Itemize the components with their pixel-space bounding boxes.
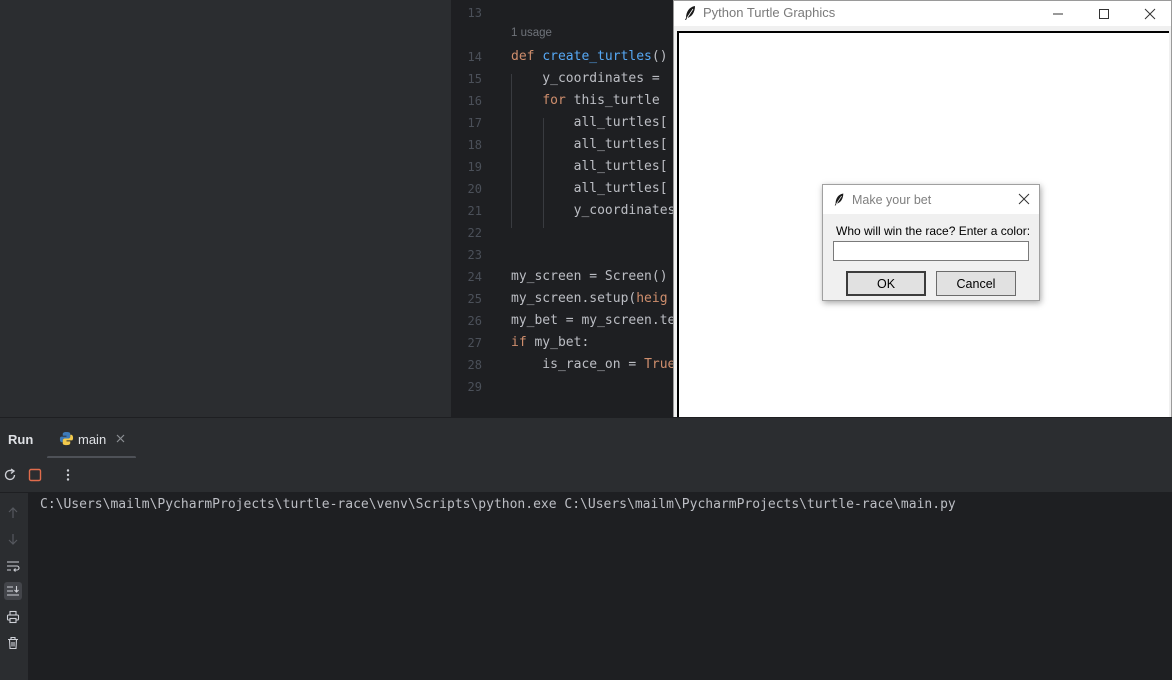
bet-dialog: Make your bet Who will win the race? Ent… bbox=[822, 184, 1040, 301]
code-token: y_coordinates = bbox=[511, 71, 668, 86]
line-number: 22 bbox=[467, 226, 482, 240]
run-panel-title[interactable]: Run bbox=[8, 432, 33, 447]
code-text: all_turtles[ bbox=[511, 112, 668, 134]
code-token: create_turtles bbox=[542, 49, 652, 64]
console-output[interactable]: C:\Users\mailm\PycharmProjects\turtle-ra… bbox=[28, 493, 1172, 680]
minimize-icon bbox=[1053, 13, 1063, 14]
tab-main[interactable]: main bbox=[47, 418, 136, 459]
code-token: my_screen.setup( bbox=[511, 291, 637, 306]
code-token: if bbox=[511, 335, 535, 350]
code-text: for this_turtle bbox=[511, 90, 668, 112]
code-text: is_race_on = True bbox=[511, 354, 675, 376]
close-icon[interactable] bbox=[1017, 192, 1031, 206]
soft-wrap-icon[interactable] bbox=[4, 557, 22, 575]
code-text: my_bet = my_screen.te bbox=[511, 310, 675, 332]
code-token: True bbox=[644, 357, 676, 372]
feather-icon bbox=[834, 193, 844, 206]
feather-icon bbox=[685, 6, 695, 20]
python-file-icon bbox=[59, 431, 74, 446]
line-number: 20 bbox=[467, 182, 482, 196]
code-token: all_turtles[ bbox=[511, 181, 668, 196]
dialog-titlebar[interactable]: Make your bet bbox=[823, 185, 1039, 214]
code-text: all_turtles[ bbox=[511, 134, 668, 156]
line-number: 25 bbox=[467, 292, 482, 306]
code-text: all_turtles[ bbox=[511, 178, 668, 200]
line-number: 28 bbox=[467, 358, 482, 372]
project-panel bbox=[0, 0, 452, 417]
rerun-icon[interactable] bbox=[2, 467, 18, 483]
ok-button[interactable]: OK bbox=[846, 271, 926, 296]
stop-icon[interactable] bbox=[27, 467, 43, 483]
code-text: if my_bet: bbox=[511, 332, 589, 354]
code-text: all_turtles[ bbox=[511, 156, 668, 178]
code-text: y_coordinates bbox=[511, 200, 676, 222]
window-title: Python Turtle Graphics bbox=[703, 5, 836, 20]
cancel-button[interactable]: Cancel bbox=[936, 271, 1016, 296]
close-icon[interactable] bbox=[116, 434, 125, 443]
code-token: y_coordinates bbox=[511, 203, 676, 218]
line-number: 18 bbox=[467, 138, 482, 152]
code-text: my_screen.setup(heig bbox=[511, 288, 668, 310]
minimize-button[interactable] bbox=[1035, 1, 1081, 26]
code-token: all_turtles[ bbox=[511, 159, 668, 174]
code-token: my_bet: bbox=[534, 335, 590, 350]
scroll-to-end-icon[interactable] bbox=[4, 582, 22, 600]
window-titlebar[interactable]: Python Turtle Graphics bbox=[674, 1, 1171, 26]
code-token: all_turtles[ bbox=[511, 137, 668, 152]
code-token: () bbox=[651, 49, 668, 64]
code-token: def bbox=[511, 49, 543, 64]
close-icon bbox=[1144, 8, 1156, 19]
dialog-prompt: Who will win the race? Enter a color: bbox=[836, 224, 1031, 238]
color-input[interactable] bbox=[833, 241, 1029, 261]
code-token: all_turtles[ bbox=[511, 115, 668, 130]
arrow-up-icon[interactable] bbox=[4, 504, 22, 522]
tab-main-label: main bbox=[78, 432, 107, 447]
maximize-button[interactable] bbox=[1081, 1, 1127, 26]
line-number: 13 bbox=[467, 6, 482, 20]
line-number: 27 bbox=[467, 336, 482, 350]
run-panel-header: Run main bbox=[0, 417, 1172, 459]
code-token: my_screen = Screen() bbox=[511, 269, 668, 284]
console-line: C:\Users\mailm\PycharmProjects\turtle-ra… bbox=[40, 497, 956, 512]
usage-hint[interactable]: 1 usage bbox=[511, 27, 552, 39]
line-number: 23 bbox=[467, 248, 482, 262]
code-token: is_race_on = bbox=[511, 357, 645, 372]
line-number: 14 bbox=[467, 50, 482, 64]
line-number: 17 bbox=[467, 116, 482, 130]
run-toolbar bbox=[0, 458, 1172, 493]
close-button[interactable] bbox=[1127, 1, 1172, 26]
code-token: heig bbox=[636, 291, 668, 306]
line-number: 15 bbox=[467, 72, 482, 86]
line-number: 19 bbox=[467, 160, 482, 174]
code-token: for bbox=[542, 93, 574, 108]
line-number: 21 bbox=[467, 204, 482, 218]
line-number: 24 bbox=[467, 270, 482, 284]
code-token: this_turtle bbox=[573, 93, 668, 108]
console-side-toolbar bbox=[0, 493, 28, 680]
line-number: 16 bbox=[467, 94, 482, 108]
maximize-icon bbox=[1099, 8, 1109, 19]
code-text: def create_turtles() bbox=[511, 46, 668, 68]
arrow-down-icon[interactable] bbox=[4, 530, 22, 548]
dialog-title: Make your bet bbox=[852, 193, 932, 207]
more-options-icon[interactable] bbox=[60, 467, 76, 483]
code-text: my_screen = Screen() bbox=[511, 266, 668, 288]
line-number: 29 bbox=[467, 380, 482, 394]
line-number: 26 bbox=[467, 314, 482, 328]
trash-icon[interactable] bbox=[4, 634, 22, 652]
print-icon[interactable] bbox=[4, 608, 22, 626]
code-text: y_coordinates = bbox=[511, 68, 668, 90]
code-token: my_bet = my_screen.te bbox=[511, 313, 676, 328]
